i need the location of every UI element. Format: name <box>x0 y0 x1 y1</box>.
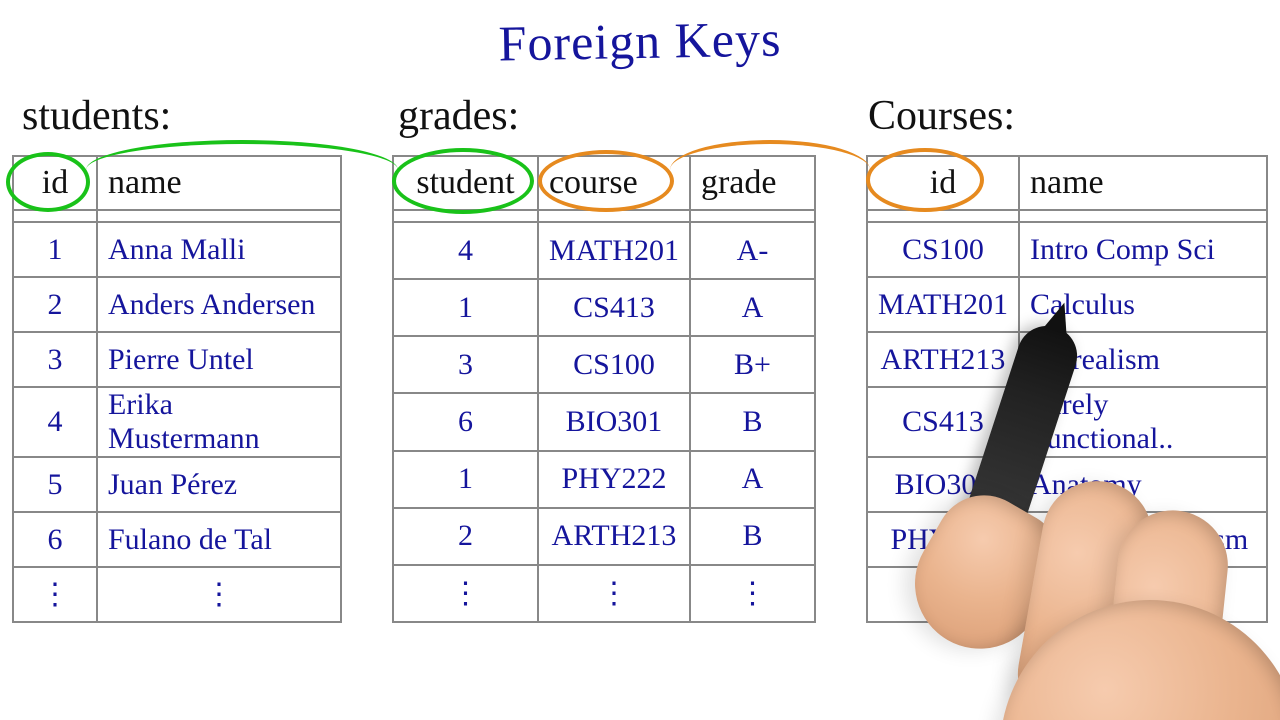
table-row: 3Pierre Untel <box>13 332 341 387</box>
col-id: id <box>13 156 97 210</box>
table-row: 4Erika Mustermann <box>13 387 341 457</box>
header-gap <box>867 210 1267 222</box>
grades-table: student course grade 4MATH201A- 1CS413A … <box>392 155 816 623</box>
table-row: 3CS100B+ <box>393 336 815 393</box>
table-row: 1PHY222A <box>393 451 815 508</box>
courses-table: id name CS100Intro Comp Sci MATH201Calcu… <box>866 155 1268 623</box>
ellipsis-row: ⋮⋮ <box>13 567 341 622</box>
table-row: CS413Purely Functional.. <box>867 387 1267 457</box>
table-row: 2Anders Andersen <box>13 277 341 332</box>
col-course: course <box>538 156 690 210</box>
students-table: id name 1Anna Malli 2Anders Andersen 3Pi… <box>12 155 342 623</box>
col-grade: grade <box>690 156 815 210</box>
table-header-row: id name <box>13 156 341 210</box>
table-header-row: student course grade <box>393 156 815 210</box>
table-row: 6Fulano de Tal <box>13 512 341 567</box>
ellipsis-row: ⋮⋮⋮ <box>393 565 815 622</box>
grades-label: grades: <box>398 92 519 140</box>
table-row: 4MATH201A- <box>393 222 815 279</box>
col-name: name <box>1019 156 1267 210</box>
table-row: PHY222Electromagnetism <box>867 512 1267 567</box>
col-student: student <box>393 156 538 210</box>
table-row: 1CS413A <box>393 279 815 336</box>
table-header-row: id name <box>867 156 1267 210</box>
ellipsis-row: ⋮⋮ <box>867 567 1267 622</box>
table-row: ARTH213Surrealism <box>867 332 1267 387</box>
page-title: Foreign Keys <box>498 10 782 73</box>
table-row: 6BIO301B <box>393 393 815 450</box>
table-row: BIO301Anatomy <box>867 457 1267 512</box>
students-label: students: <box>22 92 171 140</box>
table-row: 2ARTH213B <box>393 508 815 565</box>
col-id: id <box>867 156 1019 210</box>
col-name: name <box>97 156 341 210</box>
header-gap <box>393 210 815 222</box>
table-row: 1Anna Malli <box>13 222 341 277</box>
table-row: 5Juan Pérez <box>13 457 341 512</box>
table-row: CS100Intro Comp Sci <box>867 222 1267 277</box>
courses-label: Courses: <box>868 92 1015 140</box>
tables-row: id name 1Anna Malli 2Anders Andersen 3Pi… <box>12 155 1268 623</box>
table-row: MATH201Calculus <box>867 277 1267 332</box>
header-gap <box>13 210 341 222</box>
